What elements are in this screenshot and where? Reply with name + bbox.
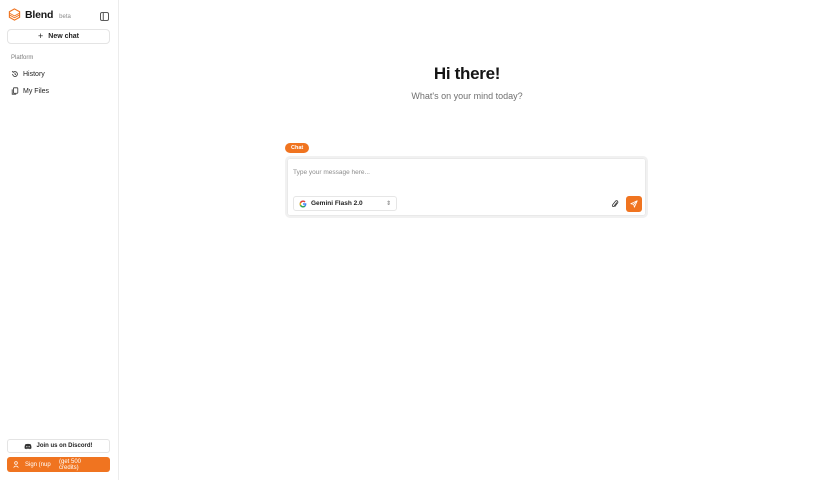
chevron-up-down-icon: ⇕ xyxy=(385,200,391,207)
sign-up-button[interactable]: Sign (nup (get 500 credits) xyxy=(7,457,110,472)
brand-name: Blend xyxy=(25,8,54,21)
paperclip-icon xyxy=(611,199,619,207)
blend-logo-icon xyxy=(8,8,21,21)
sign-up-credits-note: (get 500 credits) xyxy=(59,458,82,471)
plus-icon: + xyxy=(38,31,44,41)
sidebar: Blend beta + New chat Platform History M… xyxy=(0,0,119,480)
chat-composer: Gemini Flash 2.0 ⇕ xyxy=(285,156,648,218)
message-input[interactable] xyxy=(293,166,633,178)
app-root: Blend beta + New chat Platform History M… xyxy=(0,0,815,480)
chat-mode-tab[interactable]: Chat xyxy=(285,143,310,153)
beta-badge: beta xyxy=(59,13,71,20)
new-chat-label: New chat xyxy=(48,33,79,40)
send-icon xyxy=(630,200,638,208)
sidebar-toggle-button[interactable] xyxy=(99,11,109,21)
sidebar-item-label: History xyxy=(23,70,45,78)
new-chat-button[interactable]: + New chat xyxy=(7,29,110,44)
brand[interactable]: Blend beta xyxy=(8,8,71,21)
attach-button[interactable] xyxy=(609,198,621,210)
platform-section-label: Platform xyxy=(11,55,34,61)
files-icon xyxy=(11,87,19,95)
sidebar-item-my-files[interactable]: My Files xyxy=(11,87,49,95)
page-subtitle: What's on your mind today? xyxy=(411,91,523,101)
discord-button[interactable]: Join us on Discord! xyxy=(7,439,110,453)
google-icon xyxy=(299,200,307,207)
main-content: Hi there! What's on your mind today? Cha… xyxy=(119,0,815,480)
send-button[interactable] xyxy=(626,196,642,212)
discord-label: Join us on Discord! xyxy=(36,443,93,449)
sidebar-item-history[interactable]: History xyxy=(11,70,45,78)
sidebar-item-label: My Files xyxy=(23,87,50,95)
model-name: Gemini Flash 2.0 xyxy=(311,200,363,207)
user-icon xyxy=(13,461,19,468)
page-title: Hi there! xyxy=(433,64,501,83)
history-icon xyxy=(11,70,18,77)
sidebar-toggle-icon xyxy=(99,11,109,21)
discord-icon xyxy=(24,443,33,449)
sign-up-label: Sign (nup xyxy=(25,461,51,468)
model-selector[interactable]: Gemini Flash 2.0 ⇕ xyxy=(293,196,397,211)
